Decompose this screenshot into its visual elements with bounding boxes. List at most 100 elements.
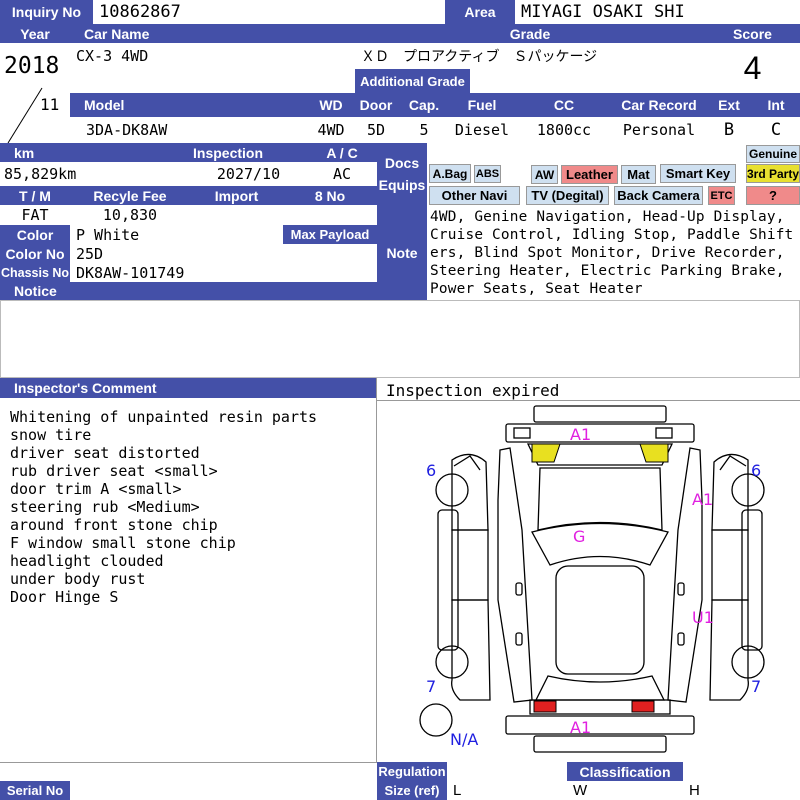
inspection-status: Inspection expired <box>380 380 800 400</box>
comment-line: around front stone chip <box>10 516 218 534</box>
model-label: Model <box>70 93 310 117</box>
area-value: MIYAGI OSAKI SHI <box>515 0 800 24</box>
additional-grade-label: Additional Grade <box>355 69 470 93</box>
mark-roof: G <box>573 527 586 546</box>
ext-value: B <box>706 117 752 143</box>
import-value <box>190 205 283 225</box>
mark-right-rear-door: U1 <box>692 608 714 627</box>
mark-tire-fl: 6 <box>426 461 437 480</box>
car-diagram <box>419 405 765 753</box>
inquiry-label: Inquiry No <box>0 0 93 24</box>
chip-tv: TV (Degital) <box>526 186 609 205</box>
comment-line: Whitening of unpainted resin parts <box>10 408 318 426</box>
comment-line: steering rub <Medium> <box>10 498 200 516</box>
chip-genuine: Genuine <box>746 145 800 163</box>
taillight-right <box>631 700 655 713</box>
chip-aw: AW <box>531 165 558 184</box>
classification-value <box>683 762 800 781</box>
classification-label: Classification <box>567 762 683 781</box>
cap-value: 5 <box>400 117 448 143</box>
cc-value: 1800cc <box>516 117 612 143</box>
comment-line: rub driver seat <small> <box>10 462 218 480</box>
note-label: Note <box>377 205 427 300</box>
note-value: 4WD, Genine Navigation, Head-Up Display,… <box>430 209 794 297</box>
inspector-comment-body: Whitening of unpainted resin parts snow t… <box>10 408 372 768</box>
chip-question: ? <box>746 186 800 205</box>
size-ref-label: Size (ref) <box>377 781 447 800</box>
inspection-value: 2027/10 <box>190 162 307 186</box>
cc-label: CC <box>516 93 612 117</box>
chip-smart-key: Smart Key <box>660 164 736 183</box>
serial-no-label: Serial No <box>0 781 70 800</box>
mark-tire-rl: 7 <box>426 677 437 696</box>
chip-etc: ETC <box>708 186 735 205</box>
car-record-value: Personal <box>612 117 706 143</box>
max-payload-value <box>283 244 377 263</box>
import-label: Import <box>190 186 283 205</box>
tm-label: T / M <box>0 186 70 205</box>
docs-label: Docs <box>384 155 420 171</box>
area-label: Area <box>445 0 515 24</box>
year-month: 11 <box>40 93 68 115</box>
comment-line: F window small stone chip <box>10 534 236 552</box>
color-value: P White <box>70 225 283 244</box>
chip-back-camera: Back Camera <box>614 186 703 205</box>
grade-label: Grade <box>355 24 705 43</box>
notice-label: Notice <box>0 282 377 300</box>
regulation-value <box>447 762 567 781</box>
mark-tire-rr: 7 <box>751 677 762 696</box>
fuel-label: Fuel <box>448 93 516 117</box>
color-label: Color <box>0 225 70 244</box>
car-name-value: CX-3 4WD <box>70 43 355 93</box>
docs-equips-label: Docs Equips <box>377 143 427 205</box>
chassis-no-value: DK8AW-101749 <box>70 263 377 282</box>
grade-value: ＸＤ プロアクティブ Ｓパッケージ <box>355 43 705 69</box>
wd-value: 4WD <box>310 117 352 143</box>
ac-value: AC <box>307 162 377 186</box>
int-label: Int <box>752 93 800 117</box>
model-value: 3DA-DK8AW <box>80 117 310 143</box>
score-label: Score <box>705 24 800 43</box>
cap-label: Cap. <box>400 93 448 117</box>
size-w: W <box>567 781 683 800</box>
ext-label: Ext <box>706 93 752 117</box>
km-label: km <box>0 143 190 162</box>
recycle-fee-value: 10,830 <box>70 205 190 225</box>
ac-label: A / C <box>307 143 377 162</box>
recycle-fee-label: Recyle Fee <box>70 186 190 205</box>
door-label: Door <box>352 93 400 117</box>
chip-leather: Leather <box>561 165 618 184</box>
comment-line: Door Hinge S <box>10 588 119 606</box>
8no-value <box>283 205 377 225</box>
fuel-value: Diesel <box>448 117 516 143</box>
inspector-comment-label: Inspector's Comment <box>0 378 376 398</box>
size-l: L <box>447 781 567 800</box>
notice-area <box>0 300 800 378</box>
max-payload-label: Max Payload <box>283 225 377 244</box>
comment-line: under body rust <box>10 570 146 588</box>
mark-tire-fr: 6 <box>751 461 762 480</box>
serial-no-value <box>70 781 377 800</box>
chip-mat: Mat <box>621 165 656 184</box>
mark-spare: N/A <box>450 730 479 749</box>
wd-label: WD <box>310 93 352 117</box>
score-value: 4 <box>705 43 800 93</box>
color-no-label: Color No <box>0 244 70 263</box>
regulation-label: Regulation <box>377 762 447 781</box>
comment-line: driver seat distorted <box>10 444 200 462</box>
km-value: 85,829km <box>0 162 190 186</box>
tm-value: FAT <box>0 205 70 225</box>
comment-line: door trim A <small> <box>10 480 182 498</box>
chassis-no-label: Chassis No <box>0 263 70 282</box>
size-h: H <box>683 781 800 800</box>
8no-label: 8 No <box>283 186 377 205</box>
year-label: Year <box>0 24 70 43</box>
headlight-right <box>639 443 669 463</box>
inquiry-value: 10862867 <box>93 0 445 24</box>
chip-abag: A.Bag <box>429 164 471 183</box>
comment-line: snow tire <box>10 426 92 444</box>
chip-other-navi: Other Navi <box>429 186 520 205</box>
car-name-label: Car Name <box>70 24 355 43</box>
inspection-label: Inspection <box>190 143 307 162</box>
mark-rear: A1 <box>570 718 592 737</box>
